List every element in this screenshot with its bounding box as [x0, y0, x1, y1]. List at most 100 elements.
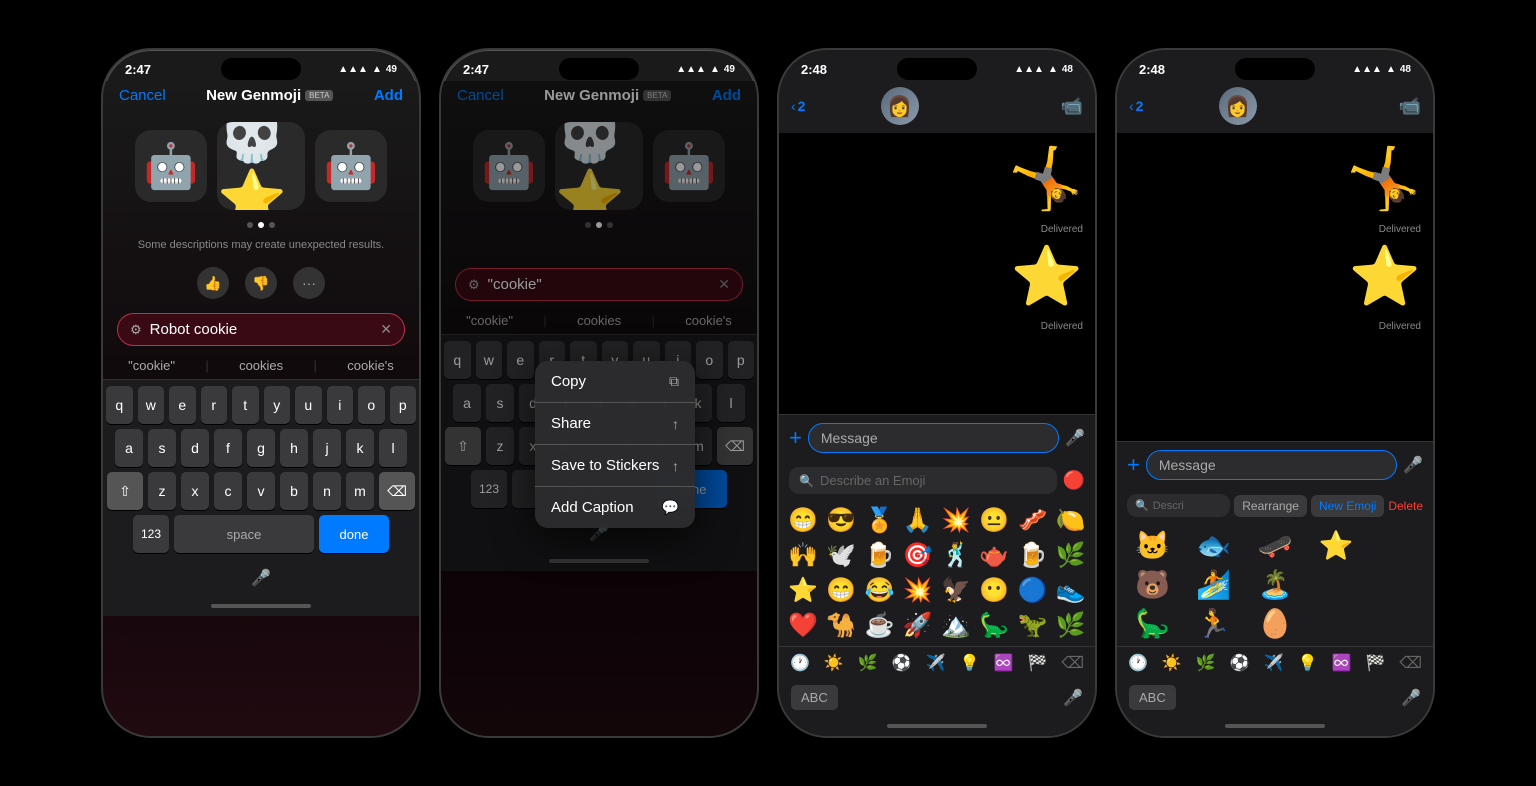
emoji-cell[interactable]: 🐪 — [823, 609, 859, 642]
key-b[interactable]: b — [280, 472, 308, 510]
add-button-1[interactable]: Add — [374, 87, 403, 104]
emoji-search-bar-4[interactable]: 🔍 Descri — [1127, 494, 1230, 517]
key-h[interactable]: h — [280, 429, 308, 467]
emoji-cell[interactable]: 🏅 — [862, 504, 898, 537]
emoji-cell[interactable]: 🦖 — [1015, 609, 1051, 642]
key-k[interactable]: k — [346, 429, 374, 467]
emoji-cell[interactable]: 🫖 — [976, 539, 1012, 572]
abc-button-3[interactable]: ABC — [791, 685, 838, 710]
custom-emoji-cat[interactable]: 🐱 — [1123, 527, 1182, 564]
emoji-skull-star-center[interactable]: 💀⭐ — [217, 122, 305, 210]
key-u[interactable]: u — [295, 386, 322, 424]
emoji-toolbar-4-travel[interactable]: ✈️ — [1264, 653, 1284, 673]
key-n[interactable]: n — [313, 472, 341, 510]
avatar-3[interactable]: 👩 — [881, 87, 919, 125]
key-s[interactable]: s — [148, 429, 176, 467]
emoji-cell[interactable]: 💥 — [900, 574, 936, 607]
key-p[interactable]: p — [390, 386, 417, 424]
key-z[interactable]: z — [148, 472, 176, 510]
key-space[interactable]: space — [174, 515, 314, 553]
autocomplete-3[interactable]: cookie's — [347, 358, 394, 373]
emoji-cell[interactable]: 🦅 — [938, 574, 974, 607]
key-done[interactable]: done — [319, 515, 389, 553]
emoji-cell[interactable]: 😐 — [976, 504, 1012, 537]
key-r[interactable]: r — [201, 386, 228, 424]
new-emoji-button[interactable]: New Emoji — [1311, 495, 1384, 517]
key-q[interactable]: q — [106, 386, 133, 424]
mic-message-4[interactable]: 🎤 — [1403, 455, 1423, 475]
plus-button-3[interactable]: + — [789, 425, 802, 451]
key-m[interactable]: m — [346, 472, 374, 510]
key-f[interactable]: f — [214, 429, 242, 467]
emoji-cell[interactable]: 😶 — [976, 574, 1012, 607]
emoji-cell[interactable]: 🦕 — [976, 609, 1012, 642]
genmoji-button-3[interactable]: 🔴 — [1063, 470, 1085, 491]
video-button-4[interactable]: 📹 — [1399, 96, 1421, 117]
custom-emoji-island[interactable]: 🏝️ — [1245, 566, 1304, 603]
key-w[interactable]: w — [138, 386, 165, 424]
key-v[interactable]: v — [247, 472, 275, 510]
emoji-search-text-4[interactable]: Descri — [1153, 500, 1184, 512]
custom-emoji-fish[interactable]: 🐟 — [1184, 527, 1243, 564]
emoji-cell[interactable]: 😁 — [785, 504, 821, 537]
plus-button-4[interactable]: + — [1127, 452, 1140, 478]
emoji-cell[interactable]: 🙏 — [900, 504, 936, 537]
emoji-cell[interactable]: 😎 — [823, 504, 859, 537]
emoji-cell[interactable]: 🕊️ — [823, 539, 859, 572]
emoji-cell[interactable]: 💥 — [938, 504, 974, 537]
emoji-cell[interactable]: 🌿 — [1053, 609, 1089, 642]
key-j[interactable]: j — [313, 429, 341, 467]
custom-emoji-dino[interactable]: 🦕 — [1123, 605, 1182, 642]
mic-message-3[interactable]: 🎤 — [1065, 428, 1085, 448]
emoji-toolbar-clock[interactable]: 🕐 — [790, 653, 810, 673]
context-copy[interactable]: Copy ⧉ — [535, 361, 695, 403]
emoji-toolbar-sports[interactable]: ⚽ — [892, 653, 912, 673]
emoji-cell[interactable]: 🔵 — [1015, 574, 1051, 607]
emoji-cell[interactable]: 🏔️ — [938, 609, 974, 642]
message-input-4[interactable]: Message — [1146, 450, 1397, 480]
thumbs-up-button[interactable]: 👍 — [197, 267, 229, 299]
emoji-cell[interactable]: 🚀 — [900, 609, 936, 642]
key-c[interactable]: c — [214, 472, 242, 510]
mic-emoji-4[interactable]: 🎤 — [1401, 688, 1421, 708]
key-g[interactable]: g — [247, 429, 275, 467]
emoji-cell[interactable]: 🌿 — [1053, 539, 1089, 572]
emoji-search-text-3[interactable]: Describe an Emoji — [820, 473, 926, 488]
emoji-toolbar-delete[interactable]: ⌫ — [1061, 653, 1084, 673]
abc-button-4[interactable]: ABC — [1129, 685, 1176, 710]
context-save-stickers[interactable]: Save to Stickers ↑ — [535, 445, 695, 487]
emoji-cell[interactable]: 😁 — [823, 574, 859, 607]
emoji-cell[interactable]: ☕ — [862, 609, 898, 642]
message-input-3[interactable]: Message — [808, 423, 1059, 453]
context-share[interactable]: Share ↑ — [535, 403, 695, 445]
more-button[interactable]: ··· — [293, 267, 325, 299]
emoji-search-bar-3[interactable]: 🔍 Describe an Emoji — [789, 467, 1057, 494]
emoji-cell[interactable]: ❤️ — [785, 609, 821, 642]
emoji-cell[interactable]: 🍋 — [1053, 504, 1089, 537]
key-d[interactable]: d — [181, 429, 209, 467]
back-button-4[interactable]: ‹ 2 — [1129, 98, 1143, 114]
emoji-cell[interactable]: 🕺 — [938, 539, 974, 572]
search-bar-1[interactable]: ⚙ Robot cookie ✕ — [117, 313, 405, 346]
emoji-cell[interactable]: 😂 — [862, 574, 898, 607]
emoji-toolbar-symbols[interactable]: ♾️ — [994, 653, 1014, 673]
autocomplete-2[interactable]: cookies — [239, 358, 283, 373]
key-t[interactable]: t — [232, 386, 259, 424]
context-add-caption[interactable]: Add Caption 💬 — [535, 487, 695, 528]
emoji-toolbar-4-flags[interactable]: 🏁 — [1365, 653, 1385, 673]
emoji-toolbar-4-sports[interactable]: ⚽ — [1230, 653, 1250, 673]
key-123[interactable]: 123 — [133, 515, 169, 553]
delete-button[interactable]: Delete — [1388, 499, 1423, 513]
emoji-cell[interactable]: 🍺 — [1015, 539, 1051, 572]
search-input-1[interactable]: Robot cookie — [150, 321, 373, 338]
emoji-toolbar-4-symbols[interactable]: ♾️ — [1332, 653, 1352, 673]
rearrange-button[interactable]: Rearrange — [1234, 495, 1307, 517]
custom-emoji-runner[interactable]: 🏃 — [1184, 605, 1243, 642]
emoji-toolbar-4-delete[interactable]: ⌫ — [1399, 653, 1422, 673]
avatar-4[interactable]: 👩 — [1219, 87, 1257, 125]
custom-emoji-star-skull[interactable]: ⭐ — [1307, 527, 1366, 564]
key-y[interactable]: y — [264, 386, 291, 424]
custom-emoji-skate[interactable]: 🛹 — [1245, 527, 1304, 564]
cancel-button-1[interactable]: Cancel — [119, 87, 166, 104]
key-x[interactable]: x — [181, 472, 209, 510]
